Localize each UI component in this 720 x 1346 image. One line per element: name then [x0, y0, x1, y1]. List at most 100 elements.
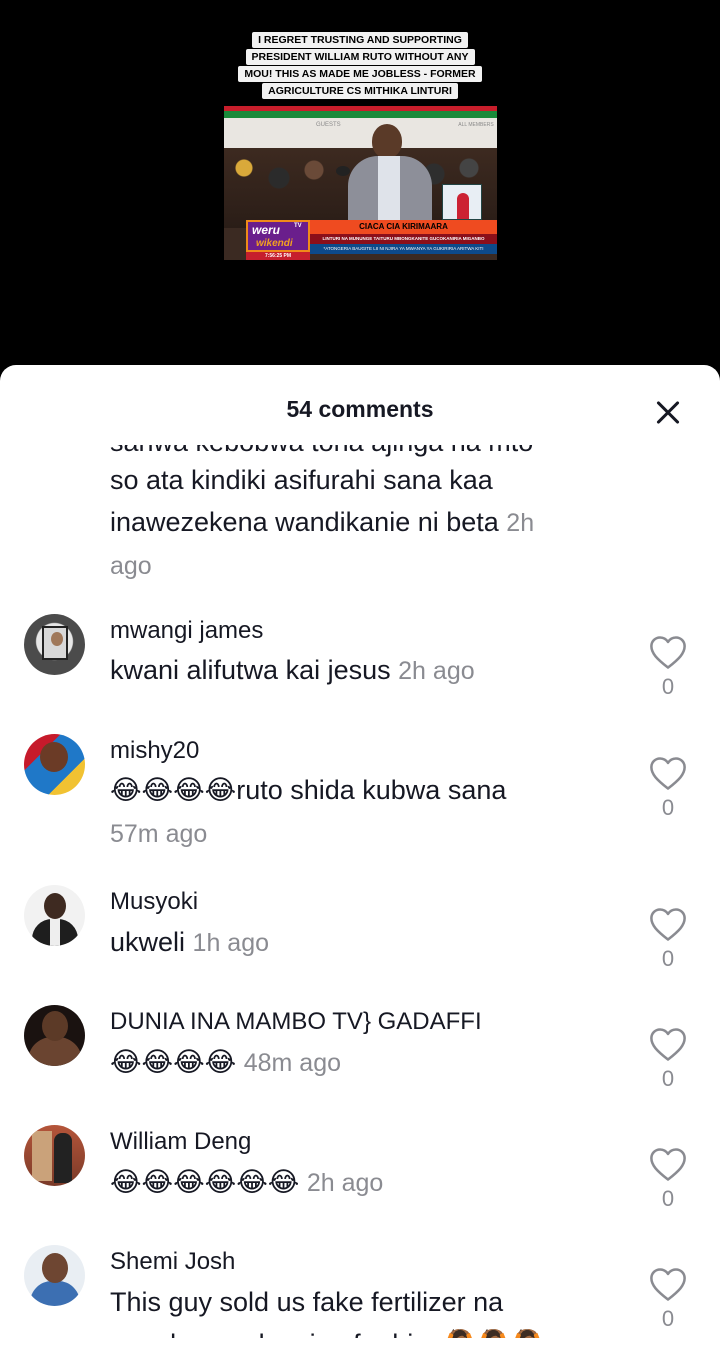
- heart-icon: [650, 636, 686, 669]
- comment-time: 2h: [506, 509, 535, 537]
- logo-text-top: weru: [252, 223, 281, 237]
- logo-text-tv: TV: [294, 223, 302, 229]
- close-icon[interactable]: [650, 395, 686, 431]
- comment-time-tail: ago: [110, 552, 152, 580]
- comment-body: kwani alifutwa kai jesus: [110, 655, 391, 685]
- comment-count: 54 comments: [286, 396, 434, 422]
- comment-item: William Deng 😂😂😂😂😂😂 2h ago 0: [0, 1125, 720, 1235]
- video-player[interactable]: I REGRET TRUSTING AND SUPPORTING PRESIDE…: [0, 0, 720, 380]
- sign-language-inset: [442, 184, 482, 220]
- avatar-face: [42, 1011, 68, 1041]
- caption-line: PRESIDENT WILLIAM RUTO WITHOUT ANY: [245, 49, 475, 65]
- like-count: 0: [661, 674, 675, 699]
- avatar-photo: [42, 626, 68, 660]
- comment-body: ukweli: [110, 927, 186, 957]
- comment-username[interactable]: mishy20: [110, 737, 199, 765]
- avatar-face: [44, 893, 66, 919]
- avatar-face: [42, 1253, 68, 1283]
- heart-icon: [650, 1268, 686, 1301]
- comment-text: This guy sold us fake fertilizer na peop…: [110, 1281, 630, 1346]
- speaker-shirt: [378, 156, 400, 228]
- news-lower-third: weru TV wikendi 7:56:25 PM CIACA CIA KIR…: [246, 220, 497, 260]
- comment-username[interactable]: Shemi Josh: [110, 1248, 235, 1276]
- banner-left-text: GUESTS: [316, 122, 341, 128]
- news-subheadline: LINTURI NA MUNUNGE TAITURU MBONGKANITE G…: [310, 234, 497, 244]
- laughing-emoji: 😂😂😂😂😂😂: [110, 1167, 300, 1198]
- comment-text: 😂😂😂😂😂😂 2h ago: [110, 1161, 630, 1204]
- comment-text: so ata kindiki asifurahi sana kaa inawez…: [110, 459, 630, 587]
- caption-line: I REGRET TRUSTING AND SUPPORTING: [252, 32, 468, 48]
- comment-item: sanwa kebobwa tona ajinga na mto so ata …: [0, 445, 720, 581]
- video-frame: GUESTS ALL MEMBERS weru TV wikendi 7:56:…: [224, 106, 497, 260]
- bottom-edge: [0, 1338, 720, 1346]
- speaker-figure: [342, 124, 438, 228]
- comment-item: mishy20 😂😂😂😂ruto shida kubwa sana 57m ag…: [0, 734, 720, 874]
- like-button[interactable]: 0: [646, 1147, 690, 1212]
- avatar[interactable]: [24, 885, 85, 946]
- broadcast-time: 7:56:25 PM: [246, 252, 310, 260]
- avatar[interactable]: [24, 1125, 85, 1186]
- comment-body: This guy sold us fake fertilizer na: [110, 1287, 504, 1317]
- like-button[interactable]: 0: [646, 635, 690, 700]
- like-count: 0: [661, 1066, 675, 1091]
- flag-stripes: [224, 106, 497, 118]
- like-count: 0: [661, 795, 675, 820]
- laughing-emoji: 😂😂😂😂: [110, 775, 237, 806]
- heart-icon: [650, 757, 686, 790]
- comment-username[interactable]: Musyoki: [110, 888, 198, 916]
- comment-item: DUNIA INA MAMBO TV} GADAFFI 😂😂😂😂 48m ago…: [0, 1005, 720, 1115]
- comment-item: Musyoki ukweli 1h ago 0: [0, 885, 720, 995]
- avatar-face: [51, 632, 63, 646]
- news-headline: CIACA CIA KIRIMAARA: [310, 220, 497, 234]
- video-caption: I REGRET TRUSTING AND SUPPORTING PRESIDE…: [0, 30, 720, 99]
- avatar[interactable]: [24, 734, 85, 795]
- avatar-body: [30, 1281, 80, 1306]
- comment-time: 48m ago: [243, 1049, 342, 1077]
- avatar-shirt: [50, 919, 60, 946]
- speaker-head: [372, 124, 402, 158]
- comments-header: 54 comments: [0, 365, 720, 445]
- logo-text-bottom: wikendi: [256, 238, 293, 249]
- like-button[interactable]: 0: [646, 907, 690, 972]
- caption-line: MOU! THIS AS MADE ME JOBLESS - FORMER: [238, 66, 482, 82]
- avatar[interactable]: [24, 1245, 85, 1306]
- comment-time: 1h ago: [192, 929, 270, 957]
- like-button[interactable]: 0: [646, 1027, 690, 1092]
- comment-text: 😂😂😂😂ruto shida kubwa sana 57m ago: [110, 769, 630, 855]
- like-button[interactable]: 0: [646, 445, 690, 451]
- heart-icon: [650, 908, 686, 941]
- microphone-icon: [336, 166, 350, 176]
- comments-sheet: 54 comments sanwa kebobwa tona ajinga na…: [0, 365, 720, 1346]
- comment-list[interactable]: sanwa kebobwa tona ajinga na mto so ata …: [0, 445, 720, 1346]
- heart-icon: [650, 1028, 686, 1061]
- comment-username[interactable]: William Deng: [110, 1128, 251, 1156]
- banner-right-text: ALL MEMBERS: [458, 122, 494, 128]
- comment-text: ukweli 1h ago: [110, 921, 630, 964]
- avatar-body: [28, 1037, 82, 1066]
- comment-time: 2h ago: [306, 1169, 384, 1197]
- comment-text-line: inawezekena wandikanie ni beta: [110, 507, 499, 537]
- like-button[interactable]: 0: [646, 756, 690, 821]
- comment-username[interactable]: mwangi james: [110, 617, 263, 645]
- like-button[interactable]: 0: [646, 1267, 690, 1332]
- comment-body: ruto shida kubwa sana: [236, 775, 507, 805]
- comment-text: kwani alifutwa kai jesus 2h ago: [110, 649, 630, 692]
- avatar-figure: [54, 1133, 72, 1183]
- like-count: 0: [661, 1186, 675, 1211]
- comment-item: Shemi Josh This guy sold us fake fertili…: [0, 1245, 720, 1346]
- like-count: 0: [661, 946, 675, 971]
- interpreter-figure: [457, 193, 469, 219]
- comment-item: mwangi james kwani alifutwa kai jesus 2h…: [0, 613, 720, 723]
- laughing-emoji: 😂😂😂😂: [110, 1047, 237, 1078]
- avatar-background: [32, 1131, 52, 1181]
- avatar[interactable]: [24, 614, 85, 675]
- comment-time: 57m ago: [110, 820, 208, 848]
- avatar-face: [40, 742, 68, 772]
- avatar[interactable]: [24, 1005, 85, 1066]
- comment-text: 😂😂😂😂 48m ago: [110, 1041, 630, 1084]
- news-ticker: *ATONGERIA BAUGITE LII NI NJIRA YA MWANY…: [310, 244, 497, 254]
- comment-username[interactable]: DUNIA INA MAMBO TV} GADAFFI: [110, 1008, 482, 1036]
- channel-logo: weru TV wikendi: [246, 220, 310, 252]
- comment-text-line: so ata kindiki asifurahi sana kaa: [110, 465, 493, 495]
- heart-icon: [650, 1148, 686, 1181]
